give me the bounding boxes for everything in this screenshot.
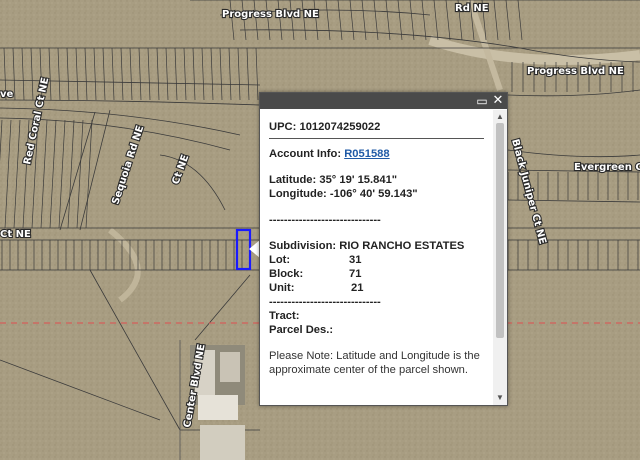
account-line: Account Info: R051588 (269, 147, 484, 161)
longitude-label: Longitude: (269, 188, 327, 200)
scroll-down-icon[interactable]: ▼ (493, 393, 507, 402)
latitude-label: Latitude: (269, 174, 317, 186)
latitude-value: 35° 19' 15.841" (319, 174, 398, 186)
upc-line: UPC: 1012074259022 (269, 120, 484, 134)
account-label: Account Info: (269, 148, 342, 160)
upc-label: UPC: (269, 121, 297, 133)
longitude-value: -106° 40' 59.143" (329, 188, 418, 200)
scroll-thumb[interactable] (496, 123, 504, 338)
separator: ------------------------------ (269, 214, 381, 226)
road-label-ct-ne-left: Ct NE (0, 229, 31, 240)
parcel-des-label: Parcel Des.: (269, 324, 334, 336)
parcel-info-popup: ▭ ✕ UPC: 1012074259022 Account Info: R05… (259, 92, 508, 406)
lot-label: Lot: (269, 254, 291, 266)
road-label-progress-blvd: Progress Blvd NE (222, 9, 319, 20)
close-icon[interactable]: ✕ (491, 94, 505, 108)
account-link[interactable]: R051588 (344, 148, 389, 160)
road-label-evergreen: Evergreen Ct NE (574, 162, 640, 173)
popup-titlebar: ▭ ✕ (260, 93, 507, 109)
upc-value: 1012074259022 (299, 121, 381, 133)
subdivision-line: Subdivision: RIO RANCHO ESTATES (269, 239, 484, 253)
subdivision-value: RIO RANCHO ESTATES (339, 240, 465, 252)
longitude-line: Longitude: -106° 40' 59.143" (269, 187, 484, 201)
subdivision-label: Subdivision: (269, 240, 337, 252)
lot-row: Lot: 31 (269, 253, 484, 267)
disclaimer-note: Please Note: Latitude and Longitude is t… (269, 350, 480, 376)
block-row: Block: 71 (269, 267, 484, 281)
road-label-ve: ve (0, 89, 14, 100)
block-label: Block: (269, 268, 304, 280)
popup-content: UPC: 1012074259022 Account Info: R051588… (260, 110, 493, 405)
popup-scrollbar[interactable]: ▲ ▼ (493, 110, 507, 405)
divider (269, 138, 484, 139)
road-label-rd-ne: Rd NE (455, 3, 489, 14)
block-value: 71 (349, 268, 362, 280)
separator: ------------------------------ (269, 296, 381, 308)
unit-row: Unit: 21 (269, 281, 484, 295)
road-label-progress-blvd-right: Progress Blvd NE (527, 66, 624, 77)
unit-value: 21 (351, 282, 364, 294)
scroll-up-icon[interactable]: ▲ (493, 112, 507, 121)
maximize-icon[interactable]: ▭ (475, 94, 489, 108)
latitude-line: Latitude: 35° 19' 15.841" (269, 173, 484, 187)
lot-value: 31 (349, 254, 362, 266)
unit-label: Unit: (269, 282, 295, 294)
tract-label: Tract: (269, 310, 300, 322)
